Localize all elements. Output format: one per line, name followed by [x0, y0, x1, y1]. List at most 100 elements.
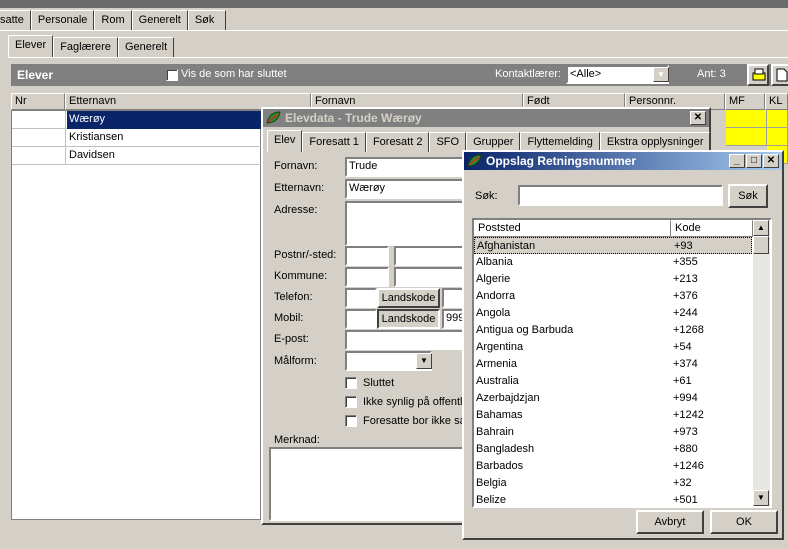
list-item[interactable]: Bahrain +973	[474, 424, 752, 441]
country-code: +61	[673, 375, 692, 387]
poststed-field[interactable]	[394, 246, 465, 266]
list-item[interactable]: Bahamas +1242	[474, 407, 752, 424]
col-kode[interactable]: Kode	[671, 220, 753, 237]
new-document-button[interactable]	[771, 64, 788, 86]
tab-flyttemelding[interactable]: Flyttemelding	[520, 132, 600, 152]
country-code: +376	[673, 290, 698, 302]
tab-ekstra[interactable]: Ekstra opplysninger	[599, 132, 711, 152]
country-name: Antigua og Barbuda	[476, 324, 574, 336]
country-name: Andorra	[476, 290, 516, 302]
label-telefon: Telefon:	[274, 291, 313, 303]
list-item[interactable]: Australia +61	[474, 373, 752, 390]
country-code: +973	[673, 426, 698, 438]
minimize-icon[interactable]: _	[729, 154, 745, 168]
list-item[interactable]: Barbados +1246	[474, 458, 752, 475]
list-item[interactable]: Andorra +376	[474, 288, 752, 305]
tab-generelt[interactable]: Generelt	[131, 10, 188, 30]
col-poststed[interactable]: Poststed	[474, 220, 671, 237]
tab-elev[interactable]: Elev	[267, 130, 303, 152]
label-fornavn: Fornavn:	[274, 160, 318, 172]
chevron-down-icon[interactable]: ▼	[416, 353, 432, 369]
telefon-code-field[interactable]	[345, 288, 377, 308]
ok-button[interactable]: OK	[710, 510, 778, 534]
tab-sfo[interactable]: SFO	[429, 132, 467, 152]
list-item[interactable]: Belgia +32	[474, 475, 752, 492]
printer-icon	[752, 68, 766, 81]
merknad-field[interactable]	[269, 447, 469, 521]
postnr-field[interactable]	[345, 246, 389, 266]
tab-foresatte[interactable]: satte	[0, 10, 31, 30]
cancel-button[interactable]: Avbryt	[636, 510, 704, 534]
epost-field[interactable]	[345, 330, 465, 350]
landskode-telefon-button[interactable]: Landskode	[377, 288, 440, 308]
list-item[interactable]: Bangladesh +880	[474, 441, 752, 458]
elever-header: Elever Vis de som har sluttet Kontaktlær…	[11, 64, 788, 86]
table-row[interactable]: Wærøy	[12, 111, 262, 129]
row-nr	[12, 129, 66, 147]
print-button[interactable]	[747, 64, 769, 86]
country-name: Algerie	[476, 273, 511, 285]
tab-foresatt-1[interactable]: Foresatt 1	[302, 132, 366, 152]
chevron-down-icon[interactable]: ▼	[653, 67, 669, 82]
leaf-icon	[266, 111, 281, 124]
adresse-field[interactable]	[345, 201, 465, 246]
country-code: +93	[674, 240, 693, 252]
close-icon[interactable]: ✕	[690, 111, 706, 125]
col-kl[interactable]: KL	[765, 93, 788, 110]
list-item[interactable]: Albania +355	[474, 254, 752, 271]
mf-cell	[726, 128, 767, 146]
list-item[interactable]: Algerie +213	[474, 271, 752, 288]
country-name: Albania	[476, 256, 513, 268]
list-item[interactable]: Afghanistan +93	[474, 237, 752, 254]
maximize-icon[interactable]: □	[746, 154, 762, 168]
tab-grupper[interactable]: Grupper	[466, 132, 521, 152]
col-mf[interactable]: MF	[725, 93, 765, 110]
scroll-thumb[interactable]	[753, 236, 769, 254]
mobil-code-field[interactable]	[345, 309, 377, 329]
table-row[interactable]: Davidsen	[12, 147, 262, 165]
show-left-checkbox[interactable]	[166, 69, 178, 81]
search-button[interactable]: Søk	[728, 184, 768, 208]
tab-personale[interactable]: Personale	[30, 10, 95, 30]
row-nr	[12, 147, 66, 165]
list-item[interactable]: Angola +244	[474, 305, 752, 322]
foresatte-checkbox[interactable]	[345, 415, 357, 427]
ikke-synlig-checkbox[interactable]	[345, 396, 357, 408]
sluttet-checkbox[interactable]	[345, 377, 357, 389]
list-item[interactable]: Belize +501	[474, 492, 752, 506]
scroll-down-icon[interactable]: ▼	[753, 490, 769, 506]
scrollbar[interactable]: ▲ ▼	[753, 220, 770, 506]
oppslag-titlebar[interactable]: Oppslag Retningsnummer _ □ ✕	[464, 152, 782, 170]
kommune-nr-field[interactable]	[345, 267, 389, 287]
scroll-up-icon[interactable]: ▲	[753, 220, 769, 236]
tab-sok[interactable]: Søk	[187, 10, 226, 30]
landskode-mobil-button[interactable]: Landskode	[377, 309, 440, 329]
tab-foresatt-2[interactable]: Foresatt 2	[365, 132, 430, 152]
tab-elever[interactable]: Elever	[8, 35, 54, 57]
list-item[interactable]: Armenia +374	[474, 356, 752, 373]
main-tabs: satte Personale Rom Generelt Søk	[0, 10, 226, 30]
oppslag-window: Oppslag Retningsnummer _ □ ✕ Søk: Søk Po…	[462, 150, 784, 540]
close-icon[interactable]: ✕	[763, 154, 779, 168]
oppslag-title: Oppslag Retningsnummer	[486, 154, 637, 168]
list-item[interactable]: Azerbajdzjan +994	[474, 390, 752, 407]
tab-faglaerere[interactable]: Faglærere	[53, 37, 118, 57]
table-row[interactable]: Kristiansen	[12, 129, 262, 147]
country-name: Belgia	[476, 477, 507, 489]
elevdata-titlebar[interactable]: Elevdata - Trude Wærøy ✕	[263, 109, 709, 127]
col-nr[interactable]: Nr	[11, 93, 65, 110]
kommune-field[interactable]	[394, 267, 465, 287]
country-code: +1246	[673, 460, 704, 472]
country-code: +54	[673, 341, 692, 353]
search-input[interactable]	[518, 185, 723, 206]
tab-generelt-sub[interactable]: Generelt	[117, 37, 175, 57]
subtab-divider	[8, 57, 788, 58]
list-item[interactable]: Antigua og Barbuda +1268	[474, 322, 752, 339]
label-kommune: Kommune:	[274, 270, 328, 282]
list-item[interactable]: Argentina +54	[474, 339, 752, 356]
etternavn-field[interactable]: Wærøy	[345, 179, 465, 199]
country-code: +501	[673, 494, 698, 506]
country-code: +244	[673, 307, 698, 319]
tab-rom[interactable]: Rom	[94, 10, 132, 30]
fornavn-field[interactable]: Trude	[345, 157, 465, 177]
